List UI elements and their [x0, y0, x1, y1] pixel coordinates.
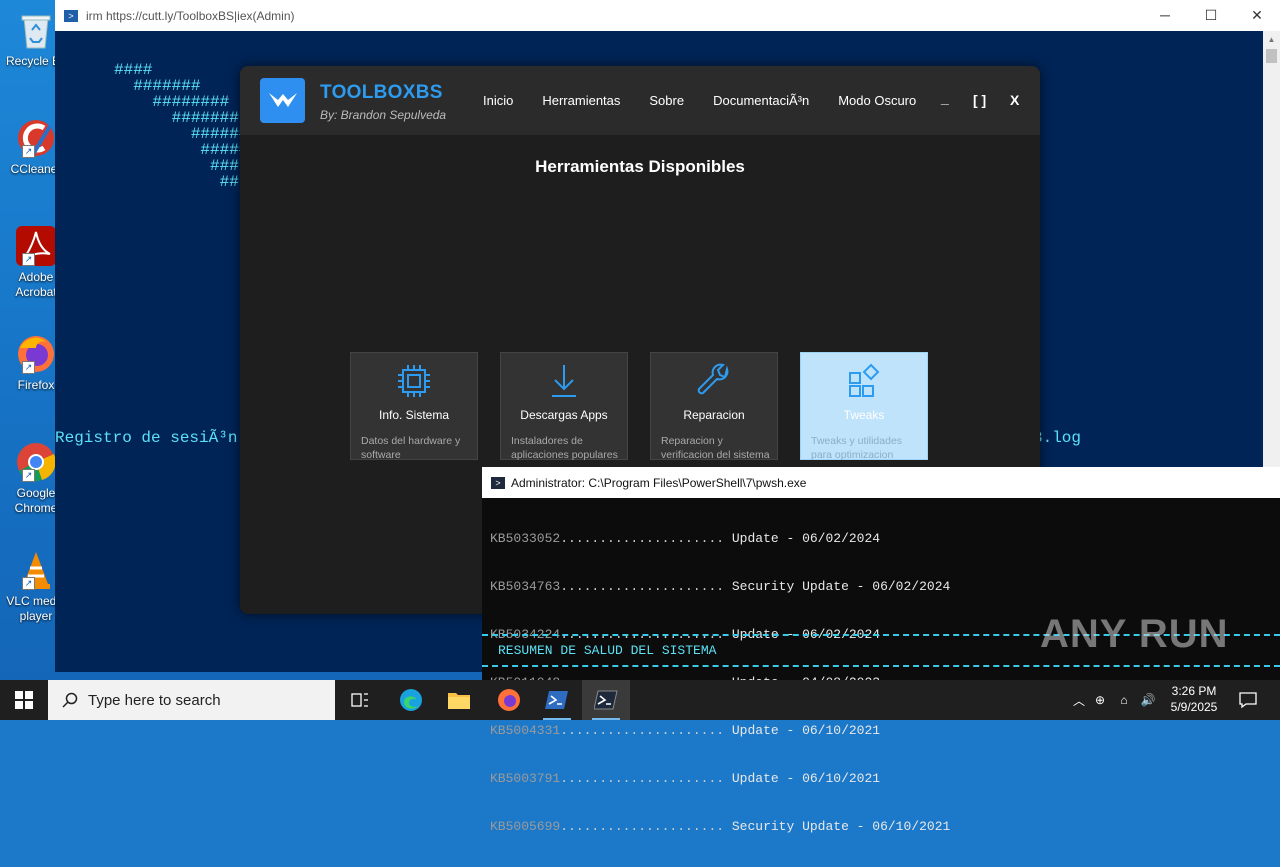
chrome-icon: ↗: [14, 440, 58, 484]
wrench-icon: [651, 361, 777, 401]
card-description: Tweaks y utilidades para optimizacion: [811, 435, 903, 461]
update-line: KB5005699..................... Security …: [490, 819, 951, 834]
pwsh-titlebar[interactable]: > Administrator: C:\Program Files\PowerS…: [482, 467, 1280, 498]
volume-icon[interactable]: 🔊: [1136, 693, 1160, 707]
taskbar-edge[interactable]: [387, 680, 435, 720]
card-title: Reparacion: [683, 408, 745, 422]
network-device-icon[interactable]: ⊕: [1088, 693, 1112, 707]
pwsh-icon: >: [491, 476, 505, 489]
firefox-icon: ↗: [14, 332, 58, 376]
folder-icon: [448, 693, 470, 709]
ascii-line: ##: [114, 173, 239, 191]
tool-card-info-sistema[interactable]: Info. Sistema Datos del hardware y softw…: [350, 352, 478, 461]
system-tray: ︿ ⊕ ⌂ 🔊: [1070, 680, 1160, 720]
shortcut-arrow-icon: ↗: [22, 253, 35, 266]
update-line: KB5003791..................... Update - …: [490, 771, 881, 786]
taskbar-firefox[interactable]: [485, 680, 533, 720]
network-icon[interactable]: ⌂: [1112, 693, 1136, 707]
anyrun-watermark: ANY RUN: [1040, 612, 1229, 656]
ascii-line: ####: [114, 61, 153, 79]
windows-logo-icon: [15, 691, 33, 709]
ascii-line: #######: [114, 109, 239, 127]
card-description: Instaladores de aplicaciones populares: [511, 435, 618, 461]
maximize-button[interactable]: ☐: [1188, 7, 1234, 24]
ascii-line: ######: [114, 125, 249, 143]
task-view-button[interactable]: [336, 680, 384, 720]
ascii-line: ###: [114, 157, 239, 175]
app-close-button[interactable]: X: [1010, 92, 1019, 108]
app-author: By: Brandon Sepulveda: [320, 108, 447, 122]
ascii-line: #######: [114, 77, 201, 95]
app-minimize-button[interactable]: _: [941, 90, 949, 106]
taskbar: Type here to search ︿ ⊕ ⌂ 🔊 3:26 PM 5/9/…: [0, 680, 1280, 720]
card-description: Reparacion y verificacion del sistema: [661, 435, 770, 461]
scrollbar-thumb[interactable]: [1266, 49, 1277, 63]
tool-card-reparacion[interactable]: Reparacion Reparacion y verificacion del…: [650, 352, 778, 461]
ascii-line: #####: [114, 141, 249, 159]
pwsh-window-title: Administrator: C:\Program Files\PowerShe…: [511, 475, 807, 490]
update-line: KB5034763..................... Security …: [490, 579, 951, 594]
window-titlebar[interactable]: > irm https://cutt.ly/ToolboxBS|iex(Admi…: [55, 0, 1280, 31]
card-title: Tweaks: [843, 408, 885, 422]
tool-card-tweaks[interactable]: Tweaks Tweaks y utilidades para optimiza…: [800, 352, 928, 461]
notifications-button[interactable]: [1224, 680, 1272, 720]
taskbar-file-explorer[interactable]: [435, 680, 483, 720]
tweaks-icon: [801, 361, 927, 401]
ccleaner-icon: ↗: [14, 116, 58, 160]
taskbar-clock[interactable]: 3:26 PM 5/9/2025: [1160, 683, 1228, 715]
download-icon: [501, 361, 627, 401]
taskbar-pwsh[interactable]: [582, 680, 630, 720]
recycle-bin-icon: [14, 8, 58, 52]
minimize-button[interactable]: ─: [1142, 7, 1188, 24]
shortcut-arrow-icon: ↗: [22, 469, 35, 482]
firefox-icon: [498, 689, 520, 711]
app-header: TOOLBOXBS By: Brandon Sepulveda Inicio H…: [240, 66, 1040, 135]
card-title: Info. Sistema: [378, 408, 450, 422]
update-line: KB5004331..................... Update - …: [490, 723, 881, 738]
powershell-icon: [545, 691, 568, 709]
powershell-icon: >: [64, 9, 78, 22]
vlc-icon: ↗: [14, 548, 58, 592]
nav-sobre[interactable]: Sobre: [649, 93, 684, 108]
session-log-text: Registro de sesiÃ³n: [55, 429, 238, 447]
health-summary-heading: RESUMEN DE SALUD DEL SISTEMA: [498, 643, 717, 658]
nav-inicio[interactable]: Inicio: [483, 93, 513, 108]
scroll-up-arrow-icon[interactable]: ▲: [1263, 35, 1280, 44]
window-title: irm https://cutt.ly/ToolboxBS|iex(Admin): [86, 8, 295, 23]
ascii-line: ########: [114, 93, 230, 111]
pwsh-icon: [594, 690, 618, 710]
chevron-up-icon[interactable]: ︿: [1070, 692, 1088, 709]
shortcut-arrow-icon: ↗: [22, 145, 35, 158]
acrobat-icon: ↗: [14, 224, 58, 268]
start-button[interactable]: [0, 680, 48, 720]
app-logo: [260, 78, 305, 123]
update-line: KB5033052..................... Update - …: [490, 531, 881, 546]
app-maximize-button[interactable]: [ ]: [973, 92, 986, 108]
tool-card-descargas-apps[interactable]: Descargas Apps Instaladores de aplicacio…: [500, 352, 628, 461]
session-log-filename: 3.log: [1033, 429, 1082, 447]
search-placeholder: Type here to search: [88, 691, 221, 709]
notification-icon: [1239, 692, 1257, 709]
edge-icon: [400, 689, 422, 711]
shortcut-arrow-icon: ↗: [22, 361, 35, 374]
search-icon: [62, 692, 78, 708]
close-button[interactable]: ✕: [1234, 7, 1280, 24]
cpu-chip-icon: [351, 361, 477, 401]
separator-line: [482, 665, 1280, 667]
nav-modo-oscuro[interactable]: Modo Oscuro: [838, 93, 916, 108]
section-title: Herramientas Disponibles: [535, 157, 745, 176]
clock-time: 3:26 PM: [1171, 684, 1217, 698]
nav-documentacion[interactable]: DocumentaciÃ³n: [713, 93, 809, 108]
taskbar-powershell[interactable]: [533, 680, 581, 720]
nav-herramientas[interactable]: Herramientas: [542, 93, 620, 108]
task-view-icon: [351, 693, 368, 707]
app-name: TOOLBOXBS: [320, 82, 443, 103]
clock-date: 5/9/2025: [1170, 700, 1218, 714]
shortcut-arrow-icon: ↗: [22, 577, 35, 590]
app-nav: Inicio Herramientas Sobre DocumentaciÃ³n…: [483, 93, 945, 108]
card-description: Datos del hardware y software: [361, 435, 461, 461]
taskbar-search-box[interactable]: Type here to search: [48, 680, 335, 720]
card-title: Descargas Apps: [520, 408, 608, 422]
